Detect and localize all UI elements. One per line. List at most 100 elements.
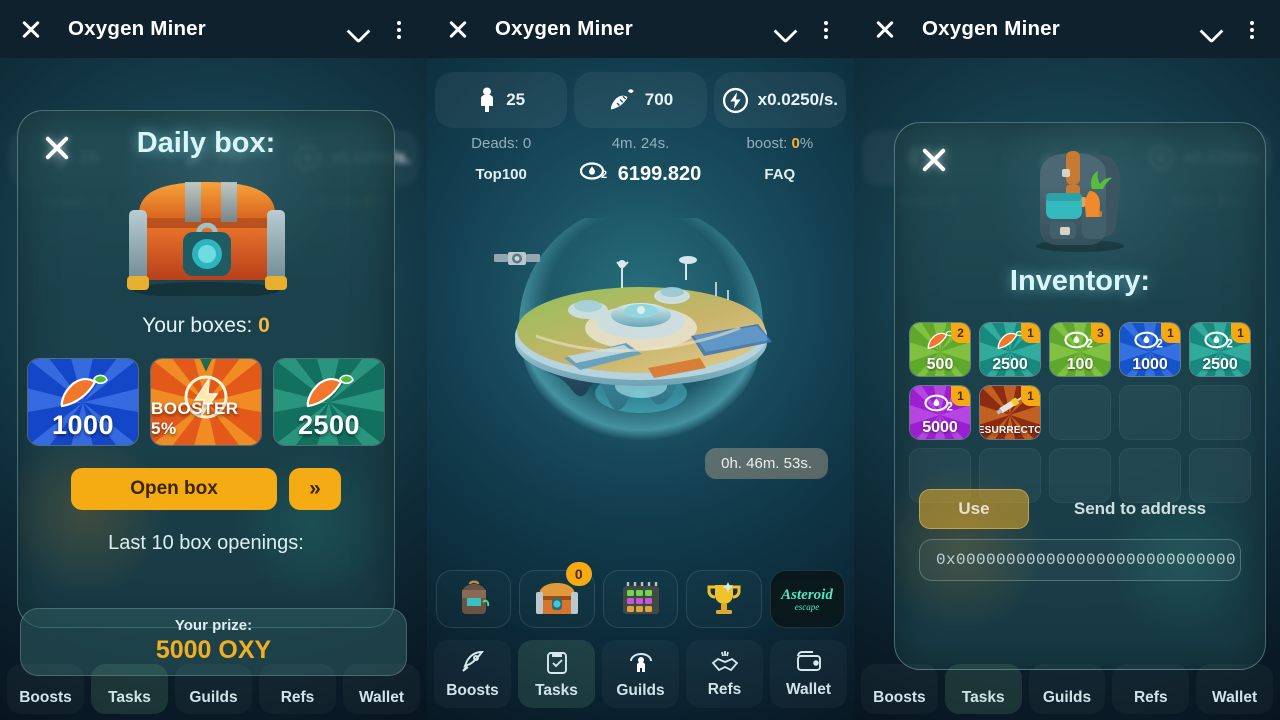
inventory-item[interactable]: 3 2 100 xyxy=(1049,322,1111,377)
backpack-icon xyxy=(1016,133,1144,253)
nav-boosts[interactable]: Boosts xyxy=(861,664,938,714)
nav-guilds[interactable]: Guilds xyxy=(602,640,679,708)
item-value: 5000 xyxy=(922,419,958,436)
wallet-icon xyxy=(795,650,823,679)
item-value: 500 xyxy=(926,356,954,373)
nav-wallet[interactable]: Wallet xyxy=(770,640,847,708)
close-icon[interactable] xyxy=(14,12,48,46)
kebab-menu-icon[interactable] xyxy=(1238,14,1266,44)
prize-card[interactable]: 1000 xyxy=(27,358,139,446)
faq-link[interactable]: FAQ xyxy=(714,166,846,183)
trophy-icon-button[interactable] xyxy=(686,570,762,628)
chevron-down-icon[interactable] xyxy=(770,14,800,44)
item-qty: 1 xyxy=(1231,323,1250,343)
your-boxes-line: Your boxes: 0 xyxy=(142,314,270,337)
nav-refs[interactable]: Refs xyxy=(1112,664,1189,714)
item-value: RESURRECTOR xyxy=(980,425,1040,436)
chevron-down-icon[interactable] xyxy=(1196,14,1226,44)
nav-label: Tasks xyxy=(961,688,1005,706)
kebab-menu-icon[interactable] xyxy=(812,14,840,44)
clipboard-check-icon xyxy=(544,649,570,680)
nav-boosts[interactable]: Boosts xyxy=(434,640,511,708)
inventory-item[interactable]: 1 2500 xyxy=(979,322,1041,377)
nav-label: Wallet xyxy=(785,681,832,699)
nav-refs[interactable]: Refs xyxy=(259,664,336,714)
close-icon[interactable] xyxy=(441,12,475,46)
inventory-item[interactable] xyxy=(1189,385,1251,440)
nav-wallet[interactable]: Wallet xyxy=(1196,664,1273,714)
inventory-item[interactable]: 1 2 2500 xyxy=(1189,322,1251,377)
treasure-chest-icon-button[interactable]: 0 xyxy=(519,562,595,628)
nav-label: Refs xyxy=(707,681,742,699)
item-value: 1000 xyxy=(1132,356,1168,373)
panel-inventory: Oxygen Miner 25 700 x0.0250/s xyxy=(854,0,1280,720)
item-qty: 1 xyxy=(1021,323,1040,343)
send-to-address-tab[interactable]: Send to address xyxy=(1039,499,1241,519)
item-qty: 1 xyxy=(951,386,970,406)
item-value: 2500 xyxy=(992,356,1028,373)
nav-wallet[interactable]: Wallet xyxy=(343,664,420,714)
nav-boosts[interactable]: Boosts xyxy=(7,664,84,714)
stat-rate[interactable]: x0.0250/s. xyxy=(713,72,846,128)
nav-label: Tasks xyxy=(108,688,151,706)
asteroid-escape-icon-button[interactable]: Asteroid escape xyxy=(769,570,846,628)
nav-label: Guilds xyxy=(616,682,665,700)
backpack-icon-button[interactable] xyxy=(436,570,512,628)
inventory-modal: Inventory: 2 500 1 2500 3 2 100 1 2 1000… xyxy=(894,122,1266,670)
inventory-item[interactable] xyxy=(1049,385,1111,440)
stat-population[interactable]: 25 xyxy=(435,72,568,128)
inventory-item[interactable]: 1 2 1000 xyxy=(1119,322,1181,377)
prize-card[interactable]: 2500 xyxy=(273,358,385,446)
daily-box-chest-icon xyxy=(109,166,304,298)
top100-link[interactable]: Top100 xyxy=(435,166,567,183)
close-icon[interactable] xyxy=(38,129,76,167)
calendar-icon-button[interactable] xyxy=(602,570,679,628)
kebab-menu-icon[interactable] xyxy=(385,14,413,44)
svg-text:2: 2 xyxy=(601,169,607,181)
planet-area: 0h. 46m. 53s. xyxy=(427,200,854,530)
screenshot-stage: Oxygen Miner 25 700 x0.0 xyxy=(0,0,1280,720)
stats-bar-panel2: 25 700 x0.0250/s. Deads: 0 4m. 24s. boos… xyxy=(427,58,854,188)
inventory-item[interactable]: 1 RESURRECTOR xyxy=(979,385,1041,440)
address-input[interactable]: 0x0000000000000000000000000000 xyxy=(919,539,1241,581)
bottom-nav-panel2: Boosts Tasks Guilds Refs Wallet xyxy=(427,634,854,720)
titlebar-panel2: Oxygen Miner xyxy=(427,0,854,58)
next-button[interactable]: » xyxy=(289,468,341,510)
daily-box-modal: Daily box: Your boxes: 0 1000 BOOSTER 5%… xyxy=(17,110,395,628)
nav-tasks[interactable]: Tasks xyxy=(518,640,595,708)
nav-guilds[interactable]: Guilds xyxy=(175,664,252,714)
handshake-icon xyxy=(710,650,740,679)
nav-tasks[interactable]: Tasks xyxy=(944,664,1022,714)
nav-refs[interactable]: Refs xyxy=(686,640,763,708)
prize-card[interactable]: BOOSTER 5% xyxy=(150,358,262,446)
close-icon[interactable] xyxy=(868,12,902,46)
planet-timer-pill: 0h. 46m. 53s. xyxy=(705,448,828,479)
last-openings-label: Last 10 box openings: xyxy=(108,532,304,554)
nav-label: Boosts xyxy=(446,682,499,700)
open-box-button[interactable]: Open box xyxy=(71,468,277,510)
stat-carrots[interactable]: 700 xyxy=(574,72,707,128)
chevron-down-icon[interactable] xyxy=(343,14,373,44)
prize-value: 1000 xyxy=(51,410,115,440)
inventory-item[interactable]: 1 2 5000 xyxy=(909,385,971,440)
inventory-item[interactable]: 2 500 xyxy=(909,322,971,377)
bottom-nav-panel3: Boosts Tasks Guilds Refs Wallet xyxy=(854,658,1280,720)
stat-population-value: 25 xyxy=(506,90,526,109)
stat-carrots-value: 700 xyxy=(644,90,674,109)
nav-label: Guilds xyxy=(189,688,238,706)
nav-label: Boosts xyxy=(19,688,72,706)
nav-guilds[interactable]: Guilds xyxy=(1029,664,1106,714)
nav-label: Refs xyxy=(280,688,315,706)
item-qty: 1 xyxy=(1161,323,1180,343)
use-button[interactable]: Use xyxy=(919,489,1029,529)
quick-action-row: 0 Asteroid escape xyxy=(427,562,854,628)
stat-rate-value: x0.0250/s. xyxy=(757,90,838,109)
inventory-item[interactable] xyxy=(1119,385,1181,440)
planet-illustration[interactable] xyxy=(476,204,806,468)
nav-tasks[interactable]: Tasks xyxy=(91,664,168,714)
close-icon[interactable] xyxy=(915,141,953,179)
prize-cards-row: 1000 BOOSTER 5% 2500 xyxy=(18,358,394,446)
app-title: Oxygen Miner xyxy=(68,17,206,40)
item-qty: 2 xyxy=(951,323,970,343)
oxygen-balance: 2 6199.820 xyxy=(574,160,706,188)
